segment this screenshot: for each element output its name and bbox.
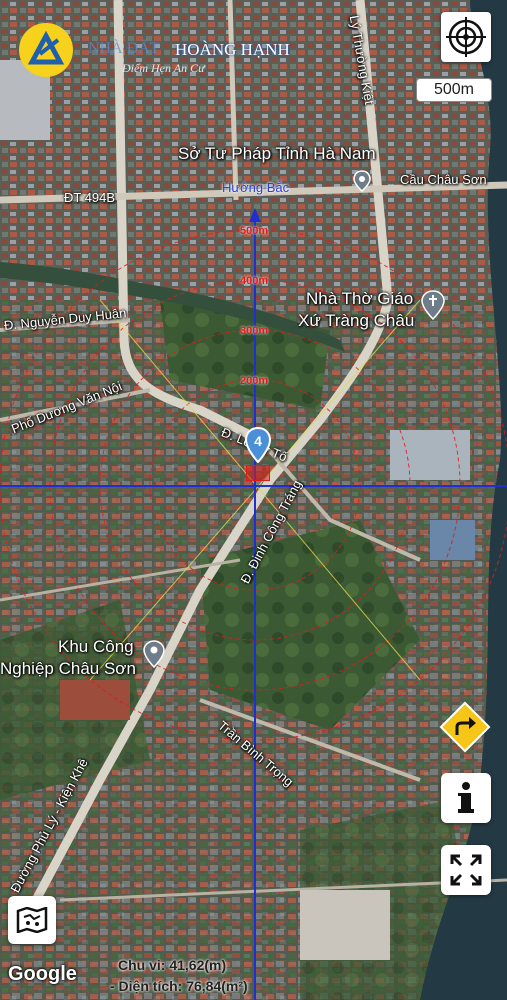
ring-label-500m: 500m bbox=[240, 225, 269, 237]
place-label-khu-cong-1: Khu Công bbox=[58, 637, 134, 656]
info-button[interactable] bbox=[441, 773, 491, 823]
directions-arrow-icon bbox=[439, 701, 491, 753]
ring-label-400m: 400m bbox=[240, 275, 269, 287]
map-layers-button[interactable] bbox=[8, 896, 56, 944]
marker-number: 4 bbox=[254, 433, 262, 449]
place-label-nha-tho-1: Nhà Thờ Giáo bbox=[306, 289, 414, 308]
brand-logo bbox=[18, 22, 74, 83]
place-label-khu-cong-2: Nghiệp Châu Sơn bbox=[0, 659, 136, 678]
place-label-nha-tho-2: Xứ Tràng Châu bbox=[298, 311, 415, 330]
ring-label-200m: 200m bbox=[240, 375, 269, 387]
church-pin-icon[interactable] bbox=[420, 290, 446, 320]
property-marker[interactable]: 4 bbox=[244, 426, 272, 464]
brand-logo-icon bbox=[19, 23, 73, 77]
brand-ghost-text: NHÀ ĐẤT bbox=[88, 40, 160, 57]
place-pin-icon[interactable] bbox=[351, 170, 373, 192]
fullscreen-icon bbox=[450, 854, 482, 886]
area-text: - Diện tích: 76,84(m²) bbox=[110, 978, 248, 994]
google-attribution: Google bbox=[8, 963, 77, 985]
info-icon bbox=[458, 782, 474, 813]
map-layers-icon bbox=[16, 907, 48, 933]
scale-label: 500m bbox=[416, 78, 492, 102]
industrial-pin-icon[interactable] bbox=[142, 640, 166, 668]
directions-button[interactable] bbox=[439, 701, 491, 753]
street-label-cau-chau-son: Cầu Châu Sơn bbox=[400, 172, 487, 187]
perimeter-text: Chu vi: 41,62(m) bbox=[118, 957, 227, 973]
north-direction-label: Hướng Bắc bbox=[222, 180, 290, 195]
place-label-so-tu-phap: Sở Tư Pháp Tỉnh Hà Nam bbox=[178, 144, 376, 163]
brand-tagline: Điểm Hẹn An Cư bbox=[122, 61, 205, 75]
ring-label-300m: 300m bbox=[240, 325, 269, 337]
brand-name: HOÀNG HẠNH bbox=[175, 40, 290, 59]
locate-button[interactable] bbox=[441, 12, 491, 62]
fullscreen-button[interactable] bbox=[441, 845, 491, 895]
street-label-dt494b: ĐT 494B bbox=[64, 190, 116, 205]
crosshair-icon bbox=[446, 17, 486, 57]
parcel-outline bbox=[246, 465, 270, 481]
